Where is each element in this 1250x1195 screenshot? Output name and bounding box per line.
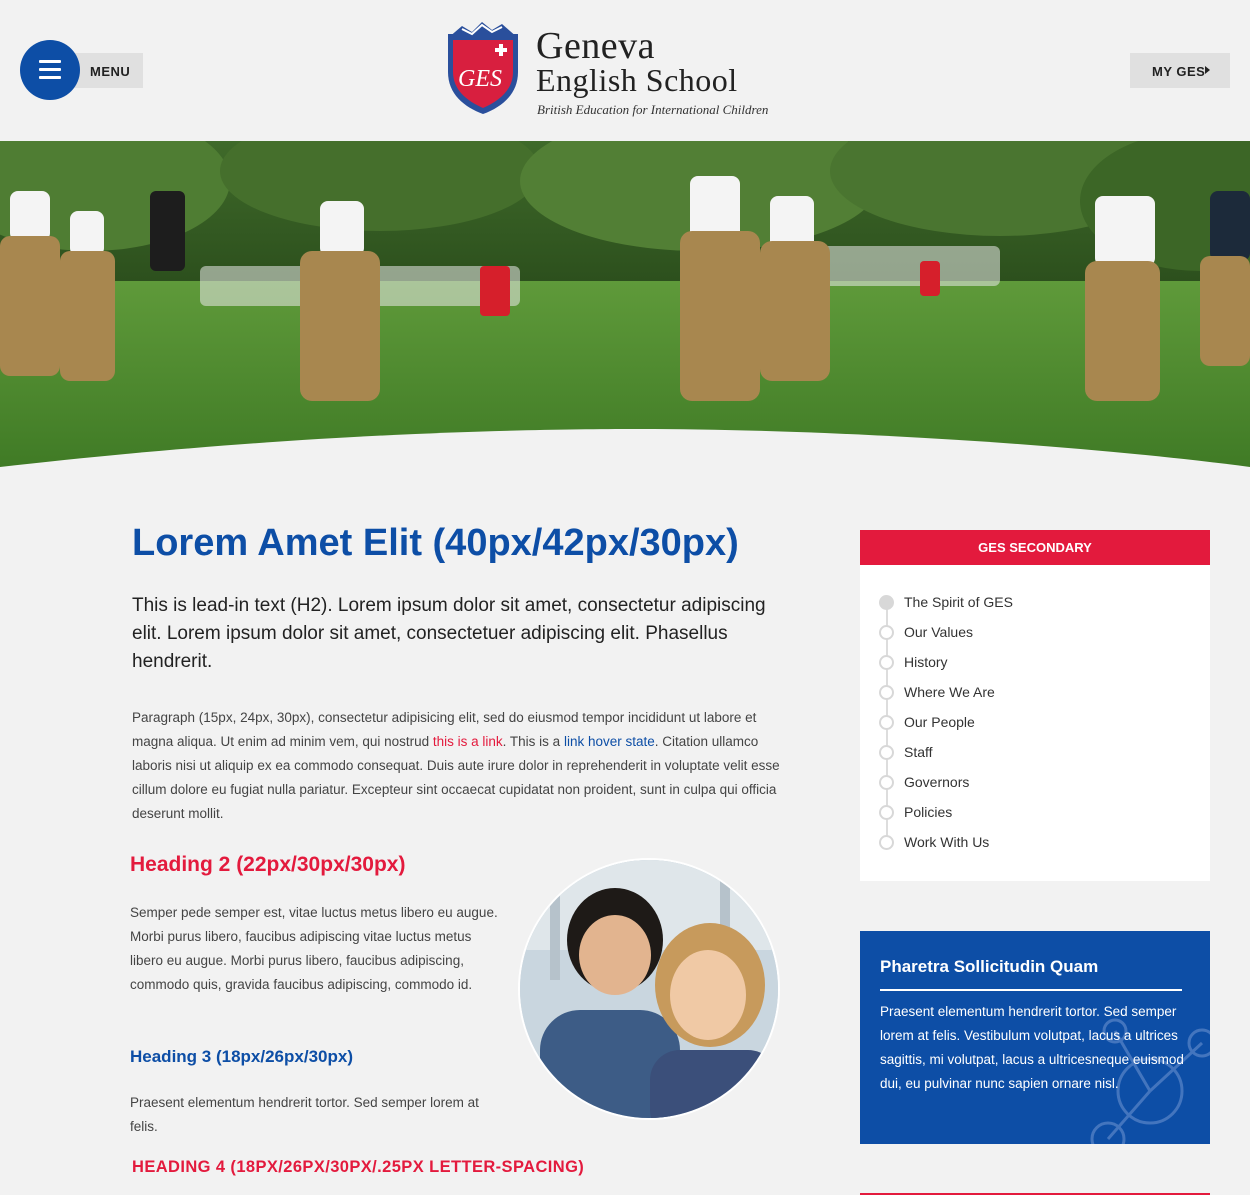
menu-label: MENU <box>90 64 131 79</box>
nav-item-label: Work With Us <box>904 834 990 850</box>
nav-item-policies[interactable]: Policies <box>879 803 1179 823</box>
callout-box: Pharetra Sollicitudin Quam Praesent elem… <box>860 931 1210 1144</box>
dot-icon <box>879 775 894 790</box>
nav-item-work-with-us[interactable]: Work With Us <box>879 833 1179 853</box>
nav-item-our-people[interactable]: Our People <box>879 713 1179 733</box>
logo-tagline: British Education for International Chil… <box>537 102 769 117</box>
heading-3: Heading 3 (18px/26px/30px) <box>130 1047 353 1066</box>
crest-icon: GES <box>448 22 518 114</box>
heading-2: Heading 2 (22px/30px/30px) <box>130 853 406 876</box>
section-nav-header: GES SECONDARY <box>860 530 1210 565</box>
nav-item-our-values[interactable]: Our Values <box>879 623 1179 643</box>
hamburger-icon[interactable] <box>20 40 80 100</box>
nav-item-label: The Spirit of GES <box>904 594 1013 610</box>
dot-icon <box>879 715 894 730</box>
dot-icon <box>879 805 894 820</box>
heading-4: HEADING 4 (18PX/26PX/30PX/.25PX LETTER-S… <box>132 1158 585 1176</box>
nav-item-label: Staff <box>904 744 933 760</box>
dot-icon <box>879 655 894 670</box>
my-ges-label: MY GES <box>1152 64 1206 79</box>
active-dot-icon <box>879 595 894 610</box>
menu-button[interactable]: MENU <box>20 40 143 100</box>
section-nav-title: GES SECONDARY <box>978 540 1092 555</box>
dot-icon <box>879 835 894 850</box>
dot-icon <box>879 745 894 760</box>
nav-item-history[interactable]: History <box>879 653 1179 673</box>
paragraph-3: Praesent elementum hendrerit tortor. Sed… <box>130 1095 479 1134</box>
nav-item-label: History <box>904 654 948 670</box>
site-header: MENU GES Geneva English School British E… <box>0 0 1250 141</box>
nav-item-where-we-are[interactable]: Where We Are <box>879 683 1179 703</box>
callout-title: Pharetra Sollicitudin Quam <box>880 957 1099 976</box>
my-ges-button[interactable]: MY GES <box>1130 53 1230 88</box>
callout-divider <box>880 989 1182 991</box>
nav-item-label: Governors <box>904 774 970 790</box>
paragraph-text-middle: . This is a <box>502 734 564 749</box>
nav-item-label: Our Values <box>904 624 973 640</box>
nav-item-label: Where We Are <box>904 684 995 700</box>
hero-image <box>0 141 1250 471</box>
callout-text: Praesent elementum hendrerit tortor. Sed… <box>880 1004 1184 1091</box>
paragraph-2: Semper pede semper est, vitae luctus met… <box>130 905 498 992</box>
nav-item-label: Our People <box>904 714 975 730</box>
school-logo[interactable]: GES Geneva English School British Educat… <box>444 20 809 120</box>
students-photo <box>520 860 778 1118</box>
lead-text: This is lead-in text (H2). Lorem ipsum d… <box>132 595 766 672</box>
nav-item-spirit-of-ges[interactable]: The Spirit of GES <box>879 593 1179 613</box>
nav-item-governors[interactable]: Governors <box>879 773 1179 793</box>
intro-paragraph: Paragraph (15px, 24px, 30px), consectetu… <box>132 706 780 826</box>
dot-icon <box>879 625 894 640</box>
dot-icon <box>879 685 894 700</box>
caret-right-icon <box>1205 66 1210 74</box>
example-link[interactable]: this is a link <box>433 734 503 749</box>
nav-item-label: Policies <box>904 804 953 820</box>
section-nav: GES SECONDARY The Spirit of GES Our Valu… <box>860 530 1210 881</box>
page-title: Lorem Amet Elit (40px/42px/30px) <box>132 522 739 564</box>
crest-text: GES <box>458 66 502 92</box>
nav-item-staff[interactable]: Staff <box>879 743 1179 763</box>
hover-state-link[interactable]: link hover state <box>564 734 655 749</box>
logo-line2: English School <box>536 62 738 98</box>
